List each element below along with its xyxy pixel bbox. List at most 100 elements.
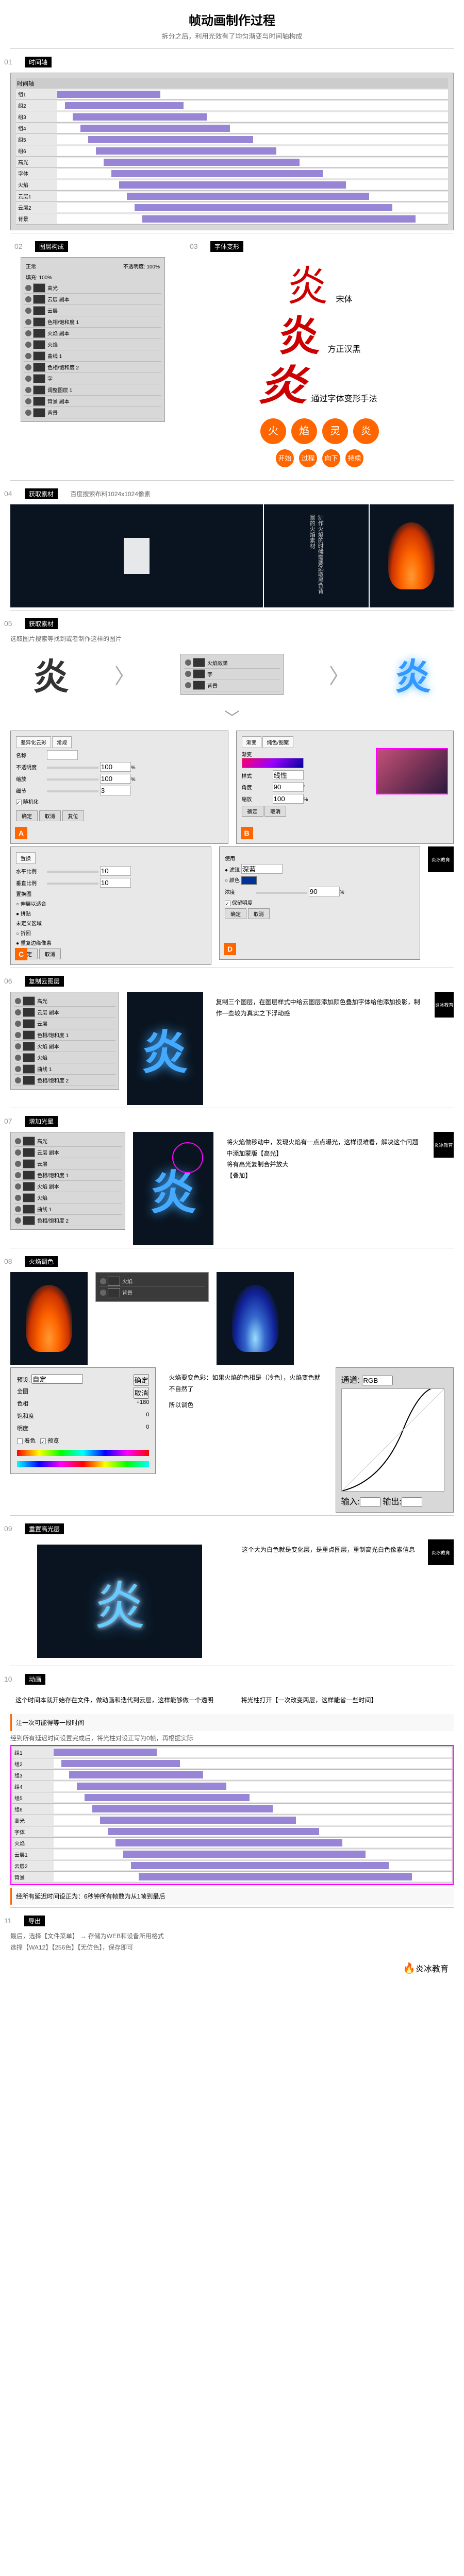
timeline-row[interactable]: 云层2 <box>12 1860 452 1872</box>
visibility-icon[interactable] <box>15 1172 21 1178</box>
mini-layers: 火焰效果 字 背景 <box>180 654 284 695</box>
label-circle: 向下 <box>322 449 340 467</box>
layer-row[interactable]: 色相/饱和度 1 <box>14 1029 115 1041</box>
timeline-row[interactable]: 云层1 <box>16 191 448 202</box>
layer-row[interactable]: 高光 <box>24 282 161 294</box>
timeline-row[interactable]: 背景 <box>12 1872 452 1883</box>
visibility-icon[interactable] <box>25 410 31 416</box>
visibility-icon[interactable] <box>15 1206 21 1212</box>
layer-row[interactable]: 高光 <box>14 1136 122 1147</box>
visibility-icon[interactable] <box>25 285 31 291</box>
visibility-icon[interactable] <box>25 308 31 314</box>
timeline-row[interactable]: 组2 <box>16 100 448 111</box>
cancel-button[interactable]: 取消 <box>39 810 61 821</box>
dialog-a: 差异化云彩常规 名称 不透明度 % 缩放 % 细节 随机化 确定 取消 复位 A <box>10 731 228 844</box>
page-subtitle: 拆分之后，利用光效有了均匀渐变与时间轴构成 <box>0 31 464 41</box>
layer-row[interactable]: 色相/饱和度 1 <box>24 316 161 328</box>
visibility-icon[interactable] <box>25 387 31 393</box>
layer-row[interactable]: 色相/饱和度 2 <box>24 362 161 373</box>
timeline-row[interactable]: 高光 <box>16 157 448 168</box>
timeline-row[interactable]: 组6 <box>16 145 448 157</box>
timeline-row[interactable]: 组4 <box>16 123 448 134</box>
visibility-icon[interactable] <box>25 296 31 302</box>
visibility-icon[interactable] <box>25 376 31 382</box>
name-input[interactable] <box>47 750 78 760</box>
char-serif: 炎 <box>287 264 328 310</box>
visibility-icon[interactable] <box>25 342 31 348</box>
layer-row[interactable]: 火焰 副本 <box>24 328 161 339</box>
timeline-row[interactable]: 组5 <box>12 1792 452 1804</box>
ok-button[interactable]: 确定 <box>16 810 38 821</box>
highlight-circle <box>172 1142 203 1173</box>
layer-row[interactable]: 火焰 副本 <box>14 1041 115 1052</box>
layer-row[interactable]: 曲线 1 <box>24 350 161 362</box>
final-result: 炎 <box>37 1545 202 1658</box>
layer-row[interactable]: 火焰 <box>24 339 161 350</box>
timeline-row[interactable]: 云层2 <box>16 202 448 213</box>
timeline-row[interactable]: 组1 <box>16 89 448 100</box>
timeline-row[interactable]: 高光 <box>12 1815 452 1826</box>
timeline-row[interactable]: 组6 <box>12 1804 452 1815</box>
layer-row[interactable]: 云层 副本 <box>24 294 161 305</box>
gradient-preview <box>376 748 448 794</box>
timeline-row[interactable]: 字体 <box>16 168 448 179</box>
layer-row[interactable]: 背景 副本 <box>24 396 161 407</box>
visibility-icon[interactable] <box>15 1138 21 1144</box>
timeline-row[interactable]: 组3 <box>12 1770 452 1781</box>
visibility-icon[interactable] <box>15 1055 21 1061</box>
layer-row[interactable]: 背景 <box>24 407 161 418</box>
timeline-row[interactable]: 火焰 <box>16 179 448 191</box>
dialog-b: 渐变纯色/图案 渐变 样式 角度° 缩放% 确定 取消 B <box>236 731 454 844</box>
hue-saturation-panel: 预设: 确定 全图 取消 色相+180 饱和度0 明度0 着色 预览 <box>10 1367 156 1474</box>
visibility-icon[interactable] <box>15 1217 21 1224</box>
layer-row[interactable]: 云层 <box>14 1018 115 1029</box>
layer-row[interactable]: 色相/饱和度 2 <box>14 1215 122 1226</box>
timeline-row[interactable]: 组1 <box>12 1747 452 1758</box>
timeline-row[interactable]: 组4 <box>12 1781 452 1792</box>
visibility-icon[interactable] <box>15 1043 21 1049</box>
layer-row[interactable]: 云层 <box>24 305 161 316</box>
label-circle: 开始 <box>276 449 294 467</box>
canvas-note: 制作火焰的时候需要选取黑色背景的火焰素材 <box>264 504 369 607</box>
layer-row[interactable]: 云层 <box>14 1158 122 1170</box>
char-circle: 火 <box>260 418 286 444</box>
visibility-icon[interactable] <box>25 364 31 370</box>
timeline-row[interactable]: 字体 <box>12 1826 452 1838</box>
visibility-icon[interactable] <box>15 1021 21 1027</box>
visibility-icon[interactable] <box>15 1066 21 1072</box>
layer-row[interactable]: 高光 <box>14 995 115 1007</box>
visibility-icon[interactable] <box>15 1195 21 1201</box>
visibility-icon[interactable] <box>15 1077 21 1083</box>
layer-row[interactable]: 色相/饱和度 1 <box>14 1170 122 1181</box>
result-07: 炎 <box>133 1132 214 1245</box>
timeline-row[interactable]: 云层1 <box>12 1849 452 1860</box>
timeline-row[interactable]: 组2 <box>12 1758 452 1770</box>
timeline-row[interactable]: 背景 <box>16 213 448 225</box>
layer-row[interactable]: 云层 副本 <box>14 1007 115 1018</box>
layer-row[interactable]: 字 <box>24 373 161 384</box>
layer-row[interactable]: 火焰 <box>14 1052 115 1063</box>
section-label: 时间轴 <box>25 57 52 67</box>
visibility-icon[interactable] <box>15 1149 21 1156</box>
layer-row[interactable]: 云层 副本 <box>14 1147 122 1158</box>
visibility-icon[interactable] <box>15 1161 21 1167</box>
visibility-icon[interactable] <box>25 353 31 359</box>
layer-row[interactable]: 调整图层 1 <box>24 384 161 396</box>
layer-row[interactable]: 曲线 1 <box>14 1204 122 1215</box>
flame-icon: 🔥 <box>403 1963 416 1974</box>
visibility-icon[interactable] <box>25 319 31 325</box>
timeline-row[interactable]: 火焰 <box>12 1838 452 1849</box>
brand-logo: 炎冰教育 <box>435 992 454 1018</box>
timeline-row[interactable]: 组5 <box>16 134 448 145</box>
visibility-icon[interactable] <box>25 398 31 404</box>
timeline-row[interactable]: 组3 <box>16 111 448 123</box>
layer-row[interactable]: 色相/饱和度 2 <box>14 1075 115 1086</box>
visibility-icon[interactable] <box>15 998 21 1004</box>
visibility-icon[interactable] <box>25 330 31 336</box>
visibility-icon[interactable] <box>15 1032 21 1038</box>
layer-row[interactable]: 曲线 1 <box>14 1063 115 1075</box>
visibility-icon[interactable] <box>15 1009 21 1015</box>
visibility-icon[interactable] <box>15 1183 21 1190</box>
layer-row[interactable]: 火焰 <box>14 1192 122 1204</box>
layer-row[interactable]: 火焰 副本 <box>14 1181 122 1192</box>
